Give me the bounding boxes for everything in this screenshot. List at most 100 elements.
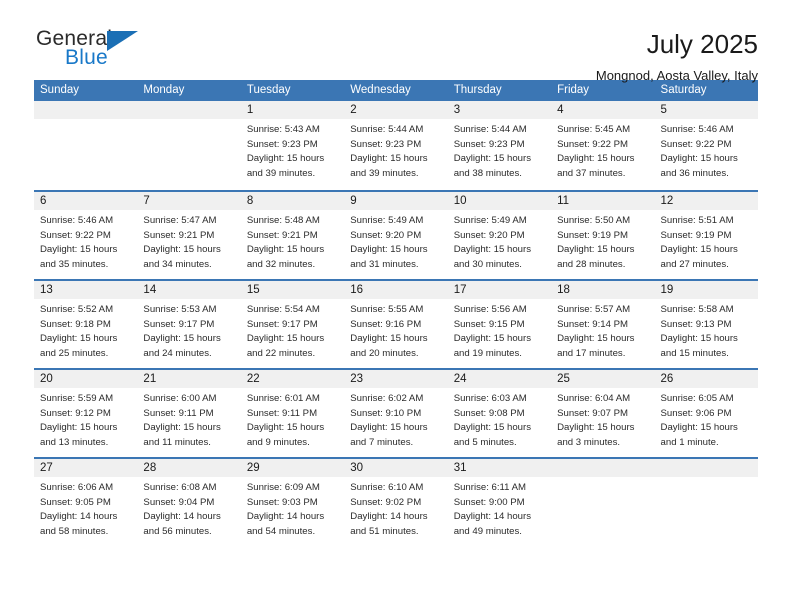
calendar-day-cell[interactable]: 14 Sunrise: 5:53 AM Sunset: 9:17 PM Dayligh… <box>137 281 241 368</box>
calendar-day-cell[interactable]: 26 Sunrise: 6:05 AM Sunset: 9:06 PM Dayligh… <box>654 370 758 457</box>
weekday-header-row: Sunday Monday Tuesday Wednesday Thursday… <box>34 80 758 101</box>
calendar-day-cell[interactable]: 11 Sunrise: 5:50 AM Sunset: 9:19 PM Dayligh… <box>551 192 655 279</box>
sunset-time: Sunset: 9:19 PM <box>557 229 629 241</box>
day-details: Sunrise: 5:44 AM Sunset: 9:23 PM Daylight:… <box>448 119 551 181</box>
daylight-duration-line1: Daylight: 15 hours <box>660 153 738 165</box>
daylight-duration-line1: Daylight: 15 hours <box>246 333 325 345</box>
day-number: 19 <box>654 281 758 299</box>
calendar-day-cell[interactable]: 9 Sunrise: 5:49 AM Sunset: 9:20 PM Daylight… <box>344 192 448 279</box>
calendar-day-cell[interactable]: 13 Sunrise: 5:52 AM Sunset: 9:18 PM Dayligh… <box>34 281 138 368</box>
calendar-day-cell-empty <box>34 101 138 190</box>
calendar-day-cell[interactable]: 18 Sunrise: 5:57 AM Sunset: 9:14 PM Dayligh… <box>551 281 655 368</box>
day-number: 11 <box>551 192 655 210</box>
daylight-duration-line1: Daylight: 15 hours <box>453 153 532 165</box>
day-details: Sunrise: 5:49 AM Sunset: 9:20 PM Daylight:… <box>344 210 447 272</box>
daylight-duration-line1: Daylight: 14 hours <box>40 511 118 523</box>
calendar-day-cell[interactable]: 28 Sunrise: 6:08 AM Sunset: 9:04 PM Dayligh… <box>137 459 241 546</box>
sunrise-time: Sunrise: 6:08 AM <box>143 482 217 493</box>
day-number: 26 <box>654 370 758 388</box>
daylight-duration-line2: and 32 minutes. <box>246 258 316 270</box>
day-number: 16 <box>344 281 448 299</box>
general-blue-logo[interactable]: General Blue <box>36 28 156 80</box>
day-number <box>34 101 138 119</box>
calendar-day-cell[interactable]: 30 Sunrise: 6:10 AM Sunset: 9:02 PM Dayligh… <box>344 459 448 546</box>
day-number: 28 <box>137 459 241 477</box>
sunrise-time: Sunrise: 5:55 AM <box>350 304 424 315</box>
sunrise-time: Sunrise: 5:51 AM <box>660 215 734 226</box>
day-details: Sunrise: 6:10 AM Sunset: 9:02 PM Daylight:… <box>344 477 447 539</box>
daylight-duration-line2: and 58 minutes. <box>40 525 109 537</box>
daylight-duration-line2: and 9 minutes. <box>246 436 310 448</box>
calendar-week-row: 6 Sunrise: 5:46 AM Sunset: 9:22 PM Daylight… <box>34 190 758 279</box>
calendar-day-cell[interactable]: 22 Sunrise: 6:01 AM Sunset: 9:11 PM Dayligh… <box>240 370 345 457</box>
weekday-header-monday: Monday <box>143 84 185 96</box>
calendar-day-cell[interactable]: 10 Sunrise: 5:49 AM Sunset: 9:20 PM Dayligh… <box>447 192 552 279</box>
day-number: 7 <box>137 192 241 210</box>
calendar-day-cell[interactable]: 27 Sunrise: 6:06 AM Sunset: 9:05 PM Dayligh… <box>34 459 138 546</box>
calendar-day-cell[interactable]: 23 Sunrise: 6:02 AM Sunset: 9:10 PM Dayligh… <box>344 370 448 457</box>
sunset-time: Sunset: 9:19 PM <box>660 229 732 241</box>
sunrise-time: Sunrise: 5:53 AM <box>143 304 217 315</box>
daylight-duration-line1: Daylight: 15 hours <box>40 244 118 256</box>
day-details: Sunrise: 6:09 AM Sunset: 9:03 PM Daylight:… <box>241 477 344 539</box>
calendar-day-cell[interactable]: 29 Sunrise: 6:09 AM Sunset: 9:03 PM Dayligh… <box>240 459 345 546</box>
calendar-day-cell[interactable]: 25 Sunrise: 6:04 AM Sunset: 9:07 PM Dayligh… <box>551 370 655 457</box>
sunrise-time: Sunrise: 6:01 AM <box>246 393 320 404</box>
sunset-time: Sunset: 9:11 PM <box>246 407 318 419</box>
page-title: July 2025 <box>646 29 758 59</box>
calendar-day-cell[interactable]: 4 Sunrise: 5:45 AM Sunset: 9:22 PM Daylight… <box>551 101 655 190</box>
calendar-day-cell[interactable]: 17 Sunrise: 5:56 AM Sunset: 9:15 PM Dayligh… <box>447 281 552 368</box>
daylight-duration-line2: and 49 minutes. <box>453 525 522 537</box>
sunset-time: Sunset: 9:06 PM <box>660 407 732 419</box>
sunset-time: Sunset: 9:23 PM <box>453 138 525 150</box>
calendar-day-cell[interactable]: 8 Sunrise: 5:48 AM Sunset: 9:21 PM Daylight… <box>240 192 345 279</box>
calendar-day-cell[interactable]: 16 Sunrise: 5:55 AM Sunset: 9:16 PM Dayligh… <box>344 281 448 368</box>
daylight-duration-line1: Daylight: 14 hours <box>453 511 532 523</box>
calendar-day-cell[interactable]: 20 Sunrise: 5:59 AM Sunset: 9:12 PM Dayligh… <box>34 370 138 457</box>
daylight-duration-line2: and 22 minutes. <box>246 347 316 359</box>
day-number: 25 <box>551 370 655 388</box>
calendar-day-cell[interactable]: 2 Sunrise: 5:44 AM Sunset: 9:23 PM Daylight… <box>344 101 448 190</box>
day-number: 3 <box>447 101 552 119</box>
day-details: Sunrise: 6:08 AM Sunset: 9:04 PM Daylight:… <box>137 477 240 539</box>
day-details: Sunrise: 5:43 AM Sunset: 9:23 PM Daylight:… <box>241 119 344 181</box>
sunrise-time: Sunrise: 5:58 AM <box>660 304 734 315</box>
calendar-week-row: 27 Sunrise: 6:06 AM Sunset: 9:05 PM Dayligh… <box>34 457 758 546</box>
daylight-duration-line1: Daylight: 15 hours <box>557 244 635 256</box>
daylight-duration-line2: and 17 minutes. <box>557 347 626 359</box>
calendar-day-cell[interactable]: 24 Sunrise: 6:03 AM Sunset: 9:08 PM Dayligh… <box>447 370 552 457</box>
calendar-day-cell[interactable]: 3 Sunrise: 5:44 AM Sunset: 9:23 PM Daylight… <box>447 101 552 190</box>
day-details: Sunrise: 5:51 AM Sunset: 9:19 PM Daylight:… <box>655 210 758 272</box>
sunset-time: Sunset: 9:13 PM <box>660 318 732 330</box>
day-details: Sunrise: 6:05 AM Sunset: 9:06 PM Daylight:… <box>655 388 758 450</box>
calendar-day-cell[interactable]: 7 Sunrise: 5:47 AM Sunset: 9:21 PM Daylight… <box>137 192 241 279</box>
calendar-day-cell[interactable]: 15 Sunrise: 5:54 AM Sunset: 9:17 PM Dayligh… <box>240 281 345 368</box>
calendar-day-cell[interactable]: 12 Sunrise: 5:51 AM Sunset: 9:19 PM Dayligh… <box>654 192 758 279</box>
calendar-day-cell[interactable]: 5 Sunrise: 5:46 AM Sunset: 9:22 PM Daylight… <box>654 101 758 190</box>
sunset-time: Sunset: 9:14 PM <box>557 318 629 330</box>
sunrise-time: Sunrise: 5:48 AM <box>246 215 320 226</box>
daylight-duration-line1: Daylight: 15 hours <box>143 244 221 256</box>
calendar-week-row: 13 Sunrise: 5:52 AM Sunset: 9:18 PM Dayligh… <box>34 279 758 368</box>
daylight-duration-line1: Daylight: 15 hours <box>453 422 532 434</box>
daylight-duration-line1: Daylight: 15 hours <box>660 244 738 256</box>
daylight-duration-line1: Daylight: 15 hours <box>246 422 325 434</box>
weekday-header-sunday: Sunday <box>40 84 80 96</box>
sunset-time: Sunset: 9:16 PM <box>350 318 422 330</box>
day-details: Sunrise: 5:52 AM Sunset: 9:18 PM Daylight:… <box>34 299 137 361</box>
day-details: Sunrise: 5:58 AM Sunset: 9:13 PM Daylight:… <box>655 299 758 361</box>
day-number: 13 <box>34 281 138 299</box>
calendar-day-cell-empty <box>551 459 655 546</box>
daylight-duration-line1: Daylight: 15 hours <box>453 333 532 345</box>
calendar-day-cell[interactable]: 1 Sunrise: 5:43 AM Sunset: 9:23 PM Daylight… <box>240 101 345 190</box>
sunrise-time: Sunrise: 6:05 AM <box>660 393 734 404</box>
day-number <box>654 459 758 477</box>
day-details: Sunrise: 6:01 AM Sunset: 9:11 PM Daylight:… <box>241 388 344 450</box>
calendar-day-cell[interactable]: 6 Sunrise: 5:46 AM Sunset: 9:22 PM Daylight… <box>34 192 138 279</box>
calendar-day-cell[interactable]: 19 Sunrise: 5:58 AM Sunset: 9:13 PM Dayligh… <box>654 281 758 368</box>
daylight-duration-line2: and 54 minutes. <box>246 525 316 537</box>
daylight-duration-line1: Daylight: 15 hours <box>557 422 635 434</box>
calendar-day-cell[interactable]: 31 Sunrise: 6:11 AM Sunset: 9:00 PM Dayligh… <box>447 459 552 546</box>
calendar-day-cell[interactable]: 21 Sunrise: 6:00 AM Sunset: 9:11 PM Dayligh… <box>137 370 241 457</box>
sunset-time: Sunset: 9:10 PM <box>350 407 422 419</box>
